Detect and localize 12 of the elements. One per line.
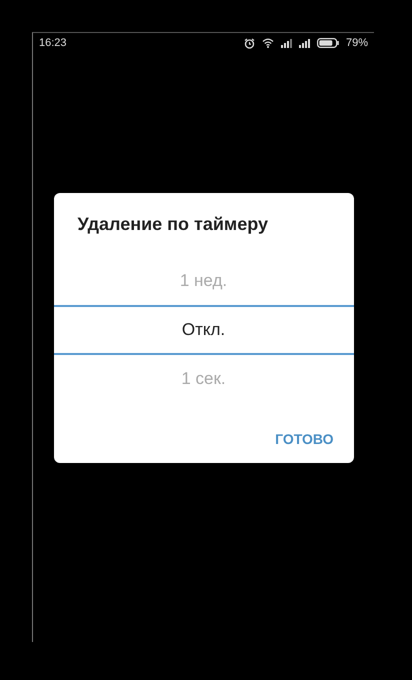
dialog-title: Удаление по таймеру [76, 212, 270, 236]
status-time: 16:23 [39, 37, 68, 49]
signal-icon [280, 38, 292, 48]
picker-option[interactable]: Откл. [54, 304, 354, 354]
alarm-clock-icon [244, 38, 255, 48]
picker-option[interactable]: 1 сек. [54, 354, 354, 402]
battery-percent: 79% [346, 37, 368, 49]
done-button[interactable]: ГОТОВО [271, 426, 338, 450]
picker-option[interactable]: 1 нед. [54, 256, 354, 304]
battery-icon [316, 38, 339, 48]
wifi-icon [262, 38, 274, 48]
signal-icon [298, 38, 310, 48]
